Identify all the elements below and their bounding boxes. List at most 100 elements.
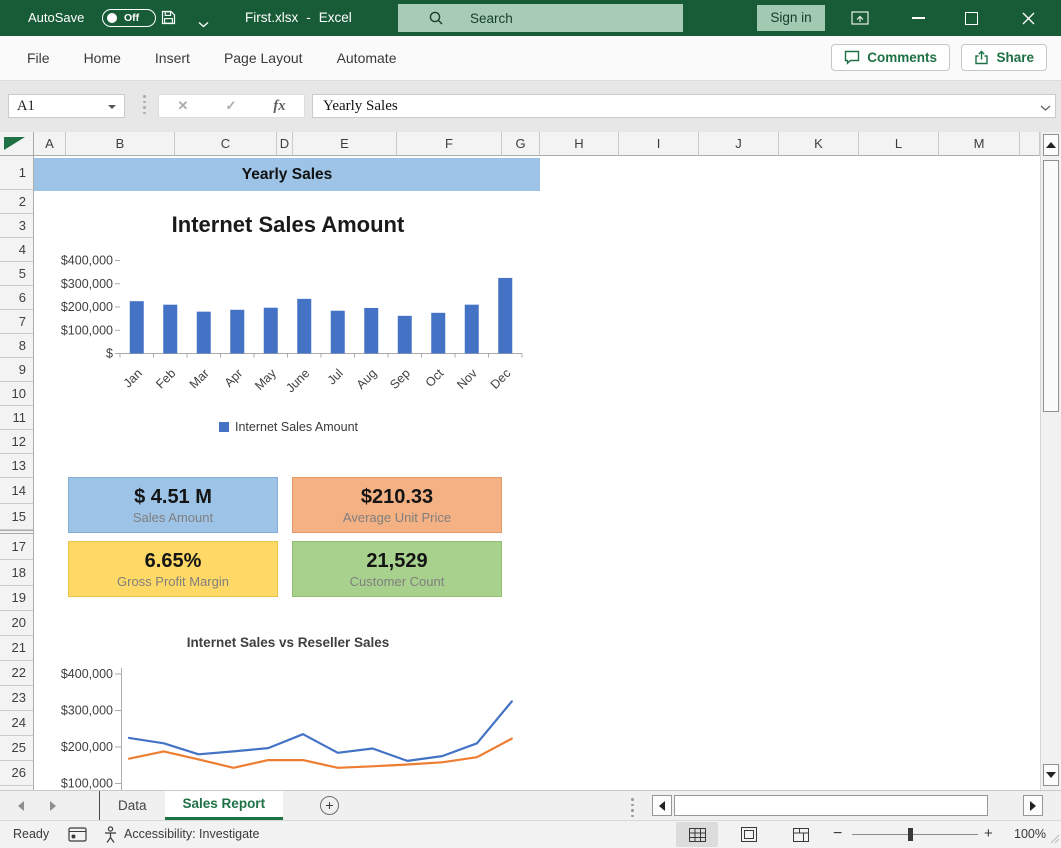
previous-sheet-button[interactable] [18, 801, 24, 811]
row-header-13[interactable]: 13 [0, 454, 34, 478]
maximize-button[interactable] [965, 12, 978, 25]
row-header-21[interactable]: 21 [0, 636, 34, 661]
row-header-4[interactable]: 4 [0, 238, 34, 262]
add-sheet-button[interactable]: + [320, 796, 339, 815]
formula-bar-expand-icon[interactable] [1040, 99, 1051, 117]
vertical-scroll-thumb[interactable] [1043, 160, 1059, 412]
formula-input[interactable]: Yearly Sales [312, 94, 1056, 118]
scroll-down-button[interactable] [1043, 764, 1059, 786]
row-header-10[interactable]: 10 [0, 382, 34, 406]
column-header-e[interactable]: E [293, 132, 397, 156]
row-header-19[interactable]: 19 [0, 586, 34, 611]
share-button[interactable]: Share [961, 44, 1047, 71]
ribbon-tab-insert[interactable]: Insert [138, 36, 207, 80]
vertical-scrollbar[interactable] [1040, 132, 1061, 790]
scroll-right-button[interactable] [1023, 795, 1043, 816]
ribbon-display-options-icon[interactable] [851, 10, 869, 31]
row-header-1[interactable]: 1 [0, 156, 34, 190]
scroll-up-button[interactable] [1043, 134, 1059, 156]
row-header-11[interactable]: 11 [0, 406, 34, 430]
app-name: Excel [319, 10, 352, 25]
row-header-25[interactable]: 25 [0, 736, 34, 761]
svg-text:Apr: Apr [222, 366, 246, 390]
horizontal-scroll-thumb[interactable] [674, 795, 988, 816]
zoom-level[interactable]: 100% [1004, 827, 1046, 841]
cancel-button[interactable]: ✕ [178, 98, 189, 114]
column-header-k[interactable]: K [779, 132, 859, 156]
scroll-left-button[interactable] [652, 795, 672, 816]
svg-text:Feb: Feb [153, 366, 178, 391]
row-header-26[interactable]: 26 [0, 761, 34, 786]
row-header-8[interactable]: 8 [0, 334, 34, 358]
autosave-toggle[interactable]: Off [102, 9, 156, 27]
row-header-5[interactable]: 5 [0, 262, 34, 286]
column-header-j[interactable]: J [699, 132, 779, 156]
sign-in-button[interactable]: Sign in [757, 5, 825, 31]
zoom-in-button[interactable]: + [984, 825, 993, 842]
comments-button[interactable]: Comments [831, 44, 950, 71]
select-all-button[interactable] [0, 132, 34, 156]
save-icon[interactable] [160, 9, 177, 31]
column-header-i[interactable]: I [619, 132, 699, 156]
zoom-out-button[interactable]: − [833, 825, 842, 843]
column-header-m[interactable]: M [939, 132, 1020, 156]
zoom-slider-thumb[interactable] [908, 828, 913, 841]
row-header-3[interactable]: 3 [0, 214, 34, 238]
macro-record-icon[interactable] [68, 827, 87, 845]
row-header-23[interactable]: 23 [0, 686, 34, 711]
sheet-area[interactable]: Yearly Sales Internet Sales Amount$$100,… [34, 156, 1040, 790]
column-header-g[interactable]: G [502, 132, 540, 156]
quick-access-dropdown-icon[interactable] [198, 15, 209, 33]
column-header-l[interactable]: L [859, 132, 939, 156]
zoom-slider-track[interactable] [852, 834, 978, 835]
sheet-tab-data[interactable]: Data [100, 791, 165, 820]
resize-grip[interactable] [1050, 833, 1060, 847]
row-header-6[interactable]: 6 [0, 286, 34, 310]
enter-button[interactable]: ✓ [225, 98, 236, 114]
row-header-12[interactable]: 12 [0, 430, 34, 454]
next-sheet-button[interactable] [50, 801, 56, 811]
accessibility-status[interactable]: Accessibility: Investigate [124, 827, 259, 841]
bar-chart[interactable]: Internet Sales Amount$$100,000$200,000$3… [36, 196, 540, 456]
column-header-c[interactable]: C [175, 132, 277, 156]
insert-function-button[interactable]: fx [273, 98, 285, 115]
ribbon-tab-file[interactable]: File [10, 36, 67, 80]
ribbon-tab-page-layout[interactable]: Page Layout [207, 36, 320, 80]
select-all-triangle-icon [4, 137, 25, 150]
column-header-d[interactable]: D [277, 132, 293, 156]
row-header-22[interactable]: 22 [0, 661, 34, 686]
sheet-tab-sales-report[interactable]: Sales Report [165, 791, 284, 820]
column-header-a[interactable]: A [34, 132, 66, 156]
kpi-card-gross-profit-margin[interactable]: 6.65%Gross Profit Margin [68, 541, 278, 597]
row-header-7[interactable]: 7 [0, 310, 34, 334]
row-header-14[interactable]: 14 [0, 478, 34, 504]
kpi-card-average-unit-price[interactable]: $210.33Average Unit Price [292, 477, 502, 533]
page-layout-view-button[interactable] [728, 822, 770, 847]
close-button[interactable] [1022, 12, 1035, 30]
column-header-b[interactable]: B [66, 132, 175, 156]
ribbon-tab-home[interactable]: Home [67, 36, 138, 80]
row-header-20[interactable]: 20 [0, 611, 34, 636]
kpi-card-customer-count[interactable]: 21,529Customer Count [292, 541, 502, 597]
merged-cell-banner[interactable]: Yearly Sales [34, 158, 540, 191]
row-header-17[interactable]: 17 [0, 534, 34, 560]
normal-view-button[interactable] [676, 822, 718, 847]
kpi-card-sales-amount[interactable]: $ 4.51 MSales Amount [68, 477, 278, 533]
column-header-f[interactable]: F [397, 132, 502, 156]
name-box-dropdown-icon[interactable] [108, 105, 116, 109]
row-header-2[interactable]: 2 [0, 190, 34, 214]
formula-bar-resize-handle[interactable] [143, 95, 146, 114]
row-header-9[interactable]: 9 [0, 358, 34, 382]
row-header-15[interactable]: 15 [0, 504, 34, 530]
name-box[interactable]: A1 [8, 94, 125, 118]
row-header-18[interactable]: 18 [0, 560, 34, 586]
scrollbar-resize-handle[interactable] [631, 798, 634, 817]
autosave-label: AutoSave [28, 10, 84, 25]
line-chart[interactable]: $100,000$200,000$300,000$400,000 [36, 654, 540, 790]
minimize-button[interactable] [912, 17, 925, 19]
search-box[interactable]: Search [398, 4, 683, 32]
row-header-24[interactable]: 24 [0, 711, 34, 736]
page-break-preview-button[interactable] [780, 822, 822, 847]
ribbon-tab-automate[interactable]: Automate [320, 36, 414, 80]
column-header-h[interactable]: H [540, 132, 619, 156]
